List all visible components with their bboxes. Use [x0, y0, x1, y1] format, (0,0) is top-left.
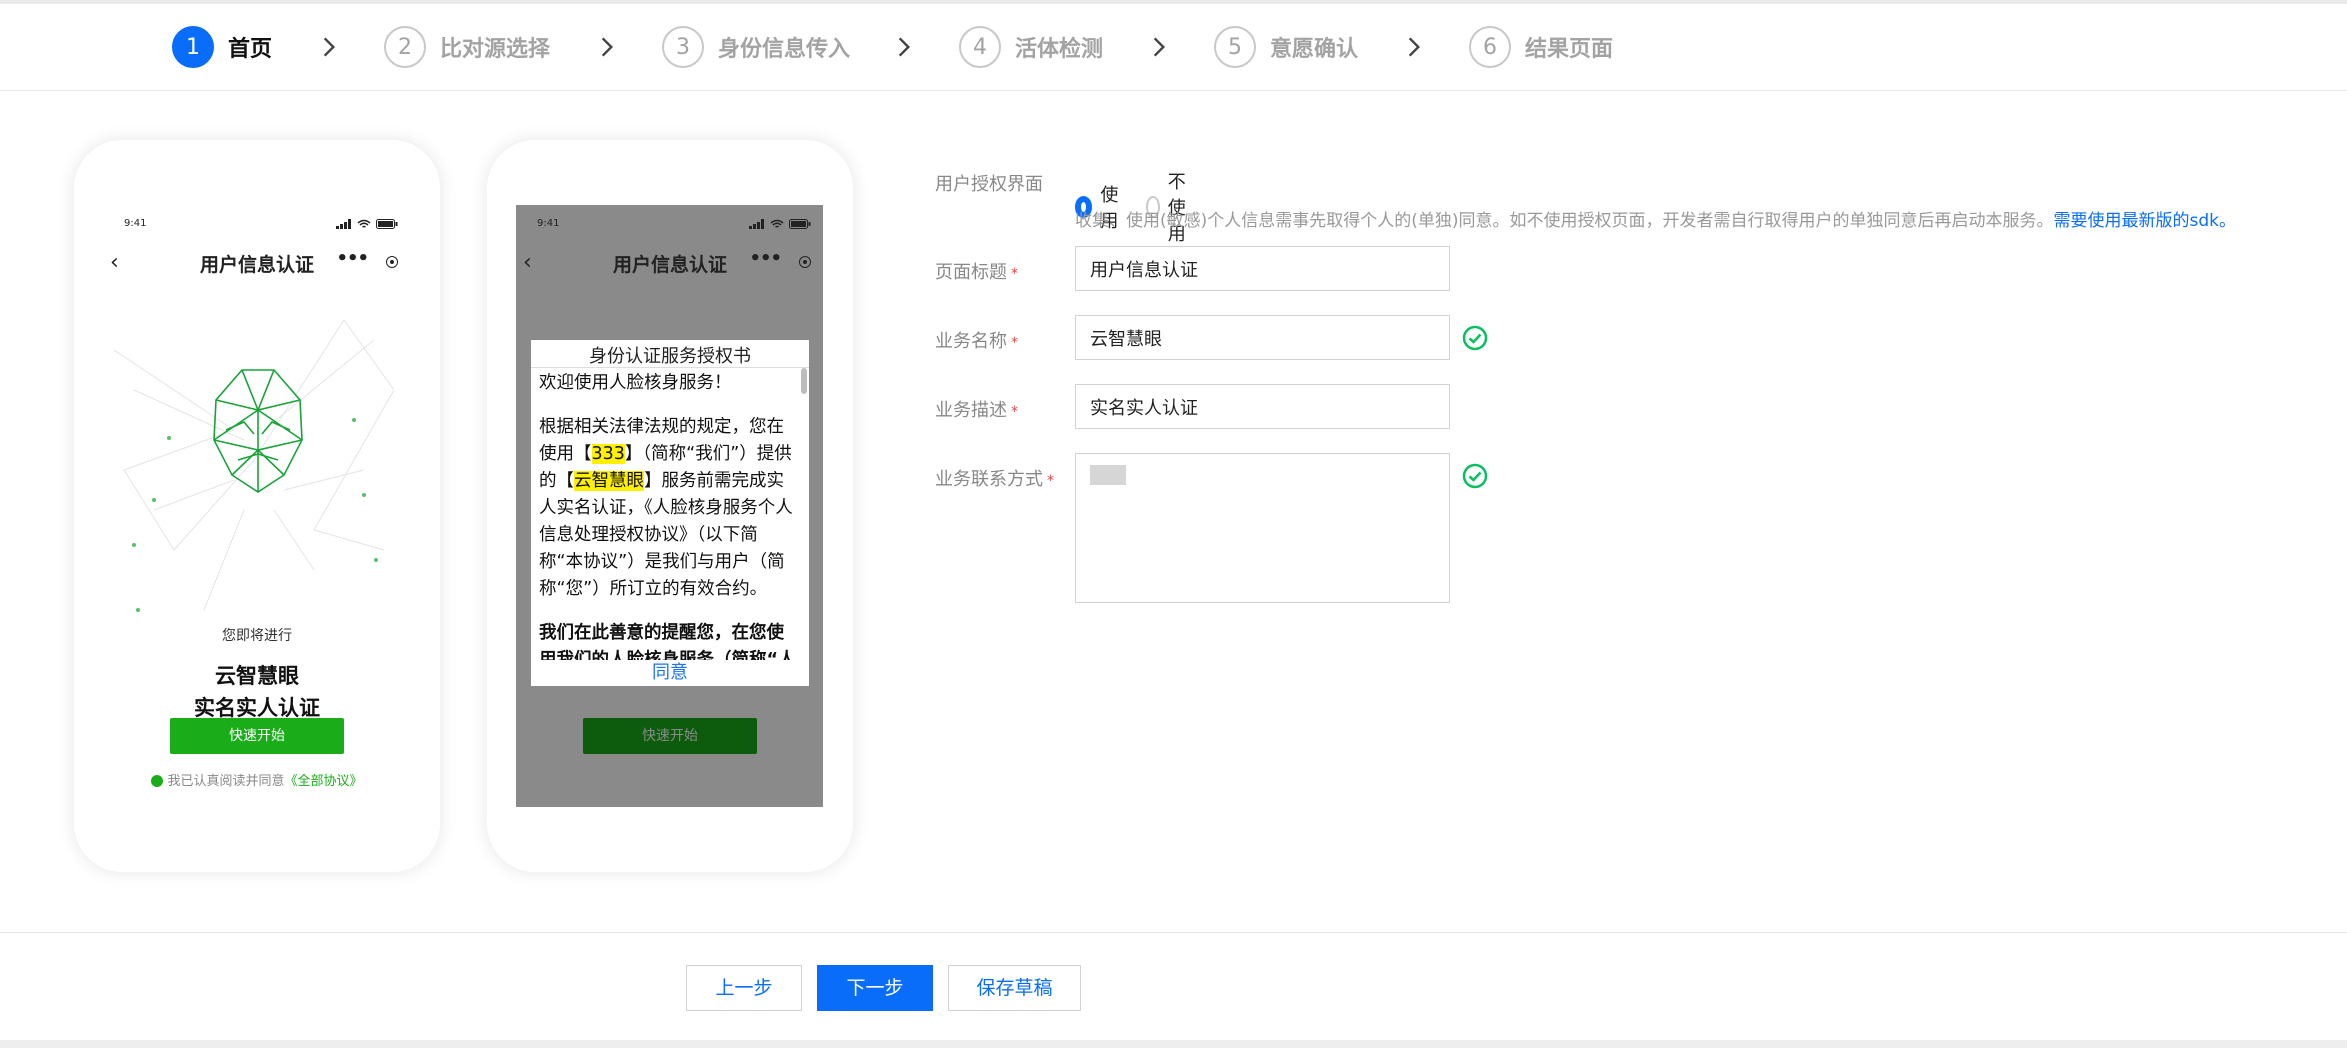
step-intention[interactable]: 5 意愿确认: [1214, 26, 1358, 68]
step-result[interactable]: 6 结果页面: [1469, 26, 1613, 68]
check-circle-icon: [1462, 325, 1488, 351]
check-circle-icon: [1462, 463, 1488, 489]
biz-desc-label: 业务描述 *: [935, 400, 1018, 421]
target-icon: [386, 256, 398, 268]
biz-name-label: 业务名称 *: [935, 331, 1018, 352]
step-liveness[interactable]: 4 活体检测: [959, 26, 1103, 68]
chevron-right-icon: [1401, 34, 1427, 60]
quick-start-button-disabled: 快速开始: [583, 718, 757, 754]
more-dots-icon: •••: [336, 248, 369, 269]
chevron-right-icon: [1146, 34, 1172, 60]
target-icon: [799, 256, 811, 268]
service-highlight: 云智慧眼: [574, 471, 644, 491]
status-icons: [336, 219, 398, 229]
step-number: 5: [1214, 26, 1256, 68]
status-time: 9:41: [537, 218, 560, 229]
dialog-welcome: 欢迎使用人脸核身服务！: [539, 373, 732, 393]
chevron-right-icon: [316, 34, 342, 60]
service-title-line1: 云智慧眼: [215, 664, 299, 688]
dialog-scrollbar[interactable]: [801, 368, 807, 394]
chevron-right-icon: [594, 34, 620, 60]
phone-preview-home: 9:41 ‹ 用户信息认证 ••• 您即将进行 云智慧眼 实名实人认证 我已认真…: [74, 140, 440, 872]
auth-ui-label: 用户授权界面: [935, 174, 1043, 195]
prev-step-button[interactable]: 上一步: [686, 965, 802, 1011]
mini-navbar: ‹ 用户信息认证 •••: [523, 246, 817, 278]
battery-icon: [789, 219, 811, 229]
page-title-label: 页面标题 *: [935, 262, 1018, 283]
phone-preview-auth: 9:41 ‹ 用户信息认证 ••• 快速开始 身份认证服务授权书 欢迎使用人脸核…: [487, 140, 853, 872]
redacted-contact: [1090, 465, 1126, 485]
step-home[interactable]: 1 首页: [172, 26, 272, 68]
quick-start-button[interactable]: 快速开始: [170, 718, 344, 754]
step-label: 身份信息传入: [718, 37, 851, 62]
check-dot-icon[interactable]: [151, 775, 164, 787]
wifi-icon: [770, 219, 784, 228]
dialog-agree-button[interactable]: 同意: [531, 658, 809, 684]
status-time: 9:41: [124, 218, 147, 229]
biz-contact-label: 业务联系方式 *: [935, 469, 1054, 490]
step-number: 3: [662, 26, 704, 68]
biz-desc-input[interactable]: [1075, 384, 1450, 429]
dialog-paragraph-1: 根据相关法律法规的规定，您在使用【333】（简称“我们”）提供的【云智慧眼】服务…: [539, 417, 793, 599]
sdk-link[interactable]: 需要使用最新版的sdk。: [2054, 211, 2237, 231]
step-compare-source[interactable]: 2 比对源选择: [384, 26, 550, 68]
agreement-line[interactable]: 我已认真阅读并同意《全部协议》: [74, 770, 440, 789]
signal-icon: [336, 219, 351, 229]
chevron-right-icon: [891, 34, 917, 60]
step-label: 比对源选择: [440, 37, 551, 62]
dialog-title: 身份认证服务授权书: [531, 340, 809, 368]
auth-hint: 收集、使用(敏感)个人信息需事先取得个人的(单独)同意。如不使用授权页面，开发者…: [1075, 211, 2237, 231]
dialog-body[interactable]: 欢迎使用人脸核身服务！ 根据相关法律法规的规定，您在使用【333】（简称“我们”…: [539, 370, 801, 660]
status-bar: 9:41: [537, 218, 811, 234]
intro-text: 您即将进行: [222, 628, 292, 644]
footer-actions: 上一步 下一步 保存草稿: [0, 932, 2347, 1042]
step-label: 结果页面: [1525, 37, 1614, 62]
step-number: 6: [1469, 26, 1511, 68]
status-icons: [749, 219, 811, 229]
authorization-dialog: 身份认证服务授权书 欢迎使用人脸核身服务！ 根据相关法律法规的规定，您在使用【3…: [531, 340, 809, 686]
signal-icon: [749, 219, 764, 229]
wifi-icon: [357, 219, 371, 228]
step-number: 2: [384, 26, 426, 68]
page-title-input[interactable]: [1075, 246, 1450, 291]
step-bar: 1 首页 2 比对源选择 3 身份信息传入 4 活体检测 5 意愿确认 6 结果…: [0, 4, 2347, 91]
step-label: 活体检测: [1015, 37, 1104, 62]
more-dots-icon: •••: [749, 248, 782, 269]
step-label: 意愿确认: [1270, 37, 1359, 62]
step-identity-input[interactable]: 3 身份信息传入: [662, 26, 850, 68]
face-network-illustration: [114, 319, 394, 612]
step-number: 4: [959, 26, 1001, 68]
battery-icon: [376, 219, 398, 229]
mini-navbar: ‹ 用户信息认证 •••: [110, 246, 404, 278]
agree-text: 我已认真阅读并同意: [167, 774, 285, 789]
status-bar: 9:41: [124, 218, 398, 234]
agreement-link[interactable]: 《全部协议》: [285, 774, 363, 789]
dialog-paragraph-2: 我们在此善意的提醒您，在您使用我们的人脸核身服务（简称“人: [539, 623, 796, 660]
next-step-button[interactable]: 下一步: [817, 965, 933, 1011]
step-label: 首页: [228, 37, 273, 62]
save-draft-button[interactable]: 保存草稿: [948, 965, 1081, 1011]
service-title: 云智慧眼 实名实人认证: [74, 660, 440, 724]
bottom-divider: [0, 1040, 2347, 1048]
step-number: 1: [172, 26, 214, 68]
biz-contact-textarea[interactable]: [1075, 453, 1450, 603]
biz-name-input[interactable]: [1075, 315, 1450, 360]
company-highlight: 333: [591, 444, 625, 464]
